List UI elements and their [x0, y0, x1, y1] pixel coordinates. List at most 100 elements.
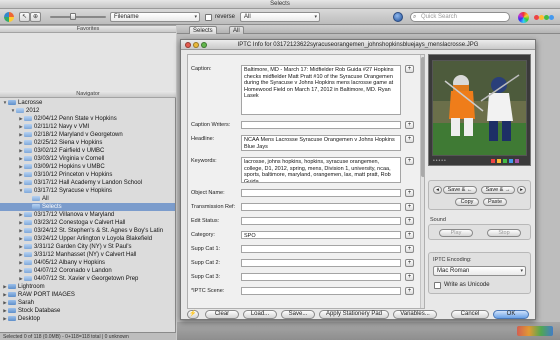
field-add-button[interactable]: +	[405, 157, 414, 165]
field-add-button[interactable]: +	[405, 189, 414, 197]
preview-stars[interactable]: •••••	[433, 158, 473, 164]
write-unicode-checkbox[interactable]	[434, 282, 441, 289]
navigator-item[interactable]: ▼ 03/17/12 Syracuse v Hopkins	[0, 187, 175, 195]
field-input[interactable]: Baltimore, MD - March 17: Midfielder Rob…	[241, 65, 401, 115]
navigator-item[interactable]: ▶ Stock Database	[0, 307, 175, 315]
navigator-item[interactable]: ▼ Lacrosse	[0, 99, 175, 107]
field-add-button[interactable]: +	[405, 287, 414, 295]
lightning-button[interactable]: ⚡	[187, 310, 199, 319]
navigator-item[interactable]: ▶ 03/24/12 St. Stephen's & St. Agnes v Bo…	[0, 227, 175, 235]
field-add-button[interactable]: +	[405, 65, 414, 73]
field-add-button[interactable]: +	[405, 203, 414, 211]
field-add-button[interactable]: +	[405, 259, 414, 267]
filmstrip-scroll-icon[interactable]	[517, 326, 553, 336]
prev-arrow-button[interactable]: ◂	[433, 186, 442, 194]
navigator-item[interactable]: ▶ 02/25/12 Siena v Hopkins	[0, 139, 175, 147]
favorites-header[interactable]: Favorites	[0, 25, 176, 33]
quick-search-input[interactable]: ⌕ Quick Search	[410, 12, 510, 22]
field-add-button[interactable]: +	[405, 231, 414, 239]
navigator-item-label: 03/24/12 Upper Arlington v Loyola Blakef…	[34, 236, 153, 242]
variables-button[interactable]: Variables...	[393, 310, 437, 319]
apply-stationery-pad-button[interactable]: Apply Stationery Pad	[319, 310, 389, 319]
navigator-item[interactable]: ▶ 03/23/12 Conestoga v Calvert Hall	[0, 219, 175, 227]
slider-knob[interactable]	[70, 13, 76, 20]
navigator-item[interactable]: ▶ 3/31/12 Garden City (NY) v St Paul's	[0, 243, 175, 251]
stop-button[interactable]: Stop	[487, 229, 521, 237]
play-button[interactable]: Play	[439, 229, 473, 237]
field-add-button[interactable]: +	[405, 245, 414, 253]
field-input[interactable]	[241, 259, 401, 267]
navigator-item[interactable]: ▶ 03/24/12 Upper Arlington v Loyola Blake…	[0, 235, 175, 243]
navigator-item[interactable]: ▶ 02/18/12 Maryland v Georgetown	[0, 131, 175, 139]
save-prev-button[interactable]: Save & ←	[443, 186, 477, 194]
filter-select[interactable]: All ▾	[240, 12, 320, 22]
navigator-item[interactable]: ▶ Sarah	[0, 299, 175, 307]
load-button[interactable]: Load...	[243, 310, 277, 319]
navigator-item[interactable]: ▶ 03/02/12 Fairfield v UMBC	[0, 147, 175, 155]
iptc-form: Caption: Baltimore, MD - March 17: Midfie…	[187, 54, 425, 309]
field-label: Keywords:	[191, 158, 217, 164]
cancel-button[interactable]: Cancel	[451, 310, 489, 319]
preview-label-colors[interactable]	[491, 158, 527, 164]
field-input[interactable]	[241, 287, 401, 295]
field-input[interactable]	[241, 203, 401, 211]
save-button[interactable]: Save...	[281, 310, 315, 319]
next-arrow-button[interactable]: ▸	[517, 186, 526, 194]
paste-button[interactable]: Paste	[483, 198, 507, 206]
field-input[interactable]: lacrosse, johns hopkins, hopkins, syracu…	[241, 157, 401, 183]
navigator-item[interactable]: ▶ 04/07/12 St. Xavier v Georgetown Prep	[0, 275, 175, 283]
navigator-item[interactable]: ▶ 04/07/12 Coronado v Landon	[0, 267, 175, 275]
field-input[interactable]: SPO	[241, 231, 401, 239]
navigator-header[interactable]: Navigator	[0, 90, 176, 98]
folder-icon	[24, 180, 32, 185]
ok-button[interactable]: OK	[493, 310, 529, 319]
field-input[interactable]	[241, 273, 401, 281]
navigator-item[interactable]: ▶ 02/04/12 Penn State v Hopkins	[0, 115, 175, 123]
field-input[interactable]	[241, 189, 401, 197]
navigator-item[interactable]: ▶ 3/31/12 Manhasset (NY) v Calvert Hall	[0, 251, 175, 259]
field-input[interactable]	[241, 245, 401, 253]
encoding-select[interactable]: Mac Roman ▾	[433, 266, 526, 276]
minimize-icon[interactable]	[193, 42, 199, 48]
field-input[interactable]	[241, 121, 401, 129]
navigator-item[interactable]: All	[0, 195, 175, 203]
zoom-tool-button[interactable]: ⊕	[30, 12, 41, 22]
arrow-tool-button[interactable]: ↖	[19, 12, 30, 22]
form-scrollbar-thumb[interactable]	[421, 57, 424, 177]
navigator-item[interactable]: ▶ 02/11/12 Navy v VMI	[0, 123, 175, 131]
navigator-item[interactable]: Selects	[0, 203, 175, 211]
navigator-item[interactable]: ▶ 03/03/12 Virginia v Cornell	[0, 155, 175, 163]
label-colors-icon[interactable]	[534, 12, 554, 23]
field-add-button[interactable]: +	[405, 217, 414, 225]
navigator-item[interactable]: ▶ RAW PORT IMAGES	[0, 291, 175, 299]
field-input[interactable]: NCAA Mens Lacrosse Syracuse Orangemen v …	[241, 135, 401, 151]
navigator-item[interactable]: ▶ 03/09/12 Hopkins v UMBC	[0, 163, 175, 171]
app-logo-icon[interactable]	[4, 12, 14, 22]
save-next-button[interactable]: Save & →	[481, 186, 515, 194]
field-add-button[interactable]: +	[405, 135, 414, 143]
navigator-item[interactable]: ▶ Lightroom	[0, 283, 175, 291]
clear-button[interactable]: Clear	[205, 310, 239, 319]
tab-selects[interactable]: Selects	[189, 26, 217, 34]
tab-all[interactable]: All	[229, 26, 244, 34]
navigator-item[interactable]: ▶ 03/10/12 Princeton v Hopkins	[0, 171, 175, 179]
field-add-button[interactable]: +	[405, 121, 414, 129]
zoom-icon[interactable]	[201, 42, 207, 48]
browse-globe-icon[interactable]	[393, 12, 403, 22]
folder-icon	[24, 268, 32, 273]
navigator-item[interactable]: ▶ 04/05/12 Albany v Hopkins	[0, 259, 175, 267]
navigator-item[interactable]: ▶ Desktop	[0, 315, 175, 323]
sort-select[interactable]: Filename ▾	[110, 12, 200, 22]
navigator-item[interactable]: ▼ 2012	[0, 107, 175, 115]
close-icon[interactable]	[185, 42, 191, 48]
navigator-item[interactable]: ▶ 03/17/12 Hall Academy v Landon School	[0, 179, 175, 187]
navigator-item-label: 03/24/12 St. Stephen's & St. Agnes v Boy…	[34, 228, 164, 234]
color-wheel-icon[interactable]	[518, 12, 529, 23]
navigator-item[interactable]: ▶ 03/17/12 Villanova v Maryland	[0, 211, 175, 219]
thumbnail-size-slider[interactable]	[50, 13, 106, 20]
folder-icon	[24, 172, 32, 177]
copy-button[interactable]: Copy	[455, 198, 479, 206]
field-add-button[interactable]: +	[405, 273, 414, 281]
reverse-checkbox[interactable]	[205, 14, 212, 21]
field-input[interactable]	[241, 217, 401, 225]
